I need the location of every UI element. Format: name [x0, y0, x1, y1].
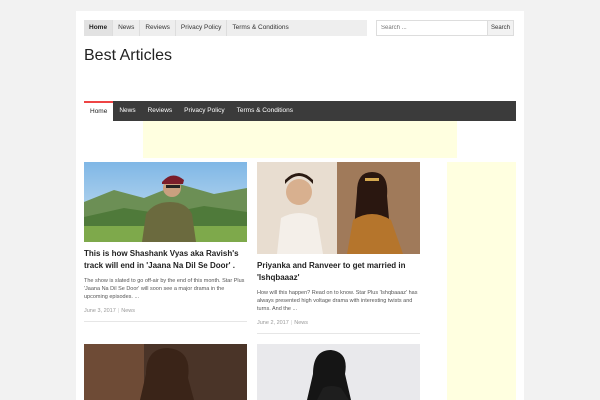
ad-banner-top: [143, 121, 457, 158]
post-thumbnail[interactable]: [257, 162, 420, 254]
post-category[interactable]: News: [294, 320, 308, 326]
page-container: Home News Reviews Privacy Policy Terms &…: [76, 11, 524, 400]
post-title[interactable]: This is how Shashank Vyas aka Ravish's t…: [84, 248, 247, 272]
main-nav-terms[interactable]: Terms & Conditions: [231, 101, 299, 121]
ad-banner-sidebar: [447, 162, 516, 400]
post-excerpt: The show is slated to go off-air by the …: [84, 278, 245, 300]
post-title[interactable]: Priyanka and Ranveer to get married in '…: [257, 260, 420, 284]
top-nav: Home News Reviews Privacy Policy Terms &…: [84, 20, 367, 36]
post-card: This is how Shashank Vyas aka Ravish's t…: [84, 162, 247, 322]
post-thumbnail[interactable]: [84, 162, 247, 242]
post-category[interactable]: News: [121, 308, 135, 314]
post-divider: [84, 321, 247, 322]
main-nav-news[interactable]: News: [113, 101, 141, 121]
post-meta: June 2, 2017 | News: [257, 320, 309, 326]
top-nav-news[interactable]: News: [113, 20, 141, 36]
post-divider: [257, 333, 420, 334]
top-nav-terms[interactable]: Terms & Conditions: [227, 20, 293, 36]
top-nav-reviews[interactable]: Reviews: [140, 20, 176, 36]
post-card: Priyanka and Ranveer to get married in '…: [257, 162, 420, 334]
search-form: Search: [376, 20, 516, 36]
post-thumbnail[interactable]: [84, 344, 247, 400]
main-nav: Home News Reviews Privacy Policy Terms &…: [84, 101, 516, 121]
post-meta: June 3, 2017 | News: [84, 308, 136, 314]
search-input[interactable]: [376, 20, 488, 36]
post-date[interactable]: June 2, 2017: [257, 320, 289, 326]
top-nav-privacy-policy[interactable]: Privacy Policy: [176, 20, 228, 36]
site-title[interactable]: Best Articles: [84, 47, 172, 65]
main-nav-reviews[interactable]: Reviews: [142, 101, 179, 121]
search-button[interactable]: Search: [488, 20, 514, 36]
post-date[interactable]: June 3, 2017: [84, 308, 116, 314]
post-thumbnail[interactable]: [257, 344, 420, 400]
main-nav-home[interactable]: Home: [84, 101, 114, 121]
main-nav-privacy-policy[interactable]: Privacy Policy: [178, 101, 230, 121]
post-excerpt: How will this happen? Read on to know. S…: [257, 290, 418, 312]
top-nav-home[interactable]: Home: [84, 20, 114, 36]
